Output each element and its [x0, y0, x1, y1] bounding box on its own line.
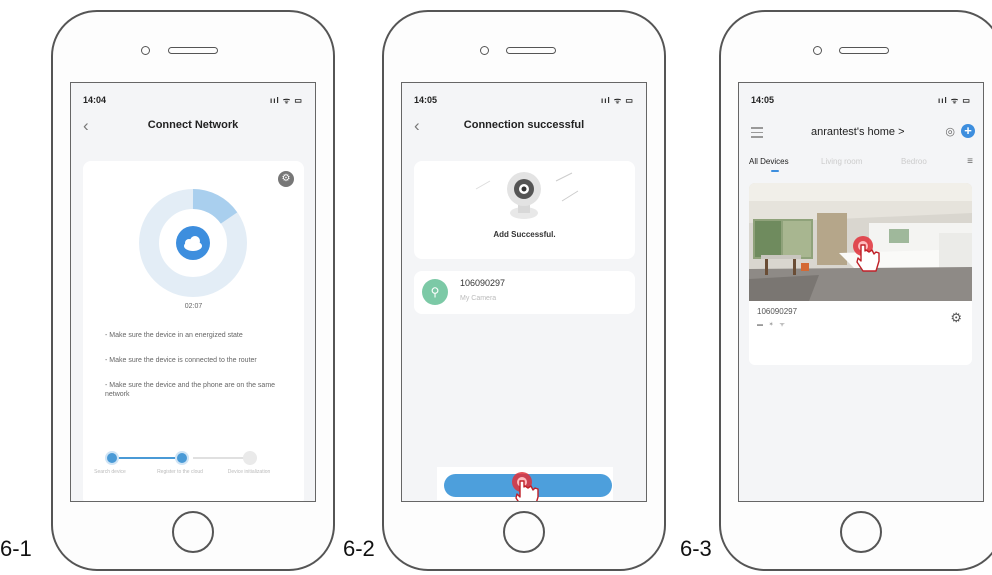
figure-label-6-2: 6-2 [343, 536, 375, 561]
step-init-dot [243, 451, 257, 465]
screen-connect-network: 14:04 ııl ᯤ ▭ ‹ Connect Network ⚙ 02:07 … [70, 82, 316, 502]
front-camera [813, 46, 822, 55]
plus-icon[interactable]: + [961, 124, 975, 138]
tab-underline [771, 170, 779, 172]
tab-all-devices[interactable]: All Devices [749, 157, 789, 166]
status-time: 14:04 [83, 95, 107, 105]
step-search-dot [105, 451, 119, 465]
gear-icon[interactable]: ⚙ [950, 310, 962, 326]
device-list-item[interactable]: ⚲ 106090297 My Camera [414, 271, 635, 314]
device-id: 106090297 [757, 307, 798, 316]
device-id: 106090297 [460, 278, 506, 288]
menu-icon[interactable] [751, 127, 763, 141]
front-camera [141, 46, 150, 55]
status-bar: 14:04 ııl ᯤ ▭ [83, 95, 303, 107]
status-bar: 14:05 ııl ᯤ ▭ [751, 95, 971, 107]
step-label-register: Register to the cloud [157, 469, 203, 475]
speaker-slot [168, 47, 218, 54]
status-icons: ııl ᯤ ▭ [270, 96, 303, 105]
phone-frame-1: 14:04 ııl ᯤ ▭ ‹ Connect Network ⚙ 02:07 … [51, 10, 335, 571]
nav-bar: ‹ Connect Network [71, 117, 315, 137]
tip-2: - Make sure the device is connected to t… [105, 357, 257, 364]
speaker-slot [506, 47, 556, 54]
status-time: 14:05 [414, 95, 438, 105]
step-indicator: Search device Register to the cloud Devi… [83, 451, 304, 491]
phone-frame-2: 14:05 ııl ᯤ ▭ ‹ Connection successful Ad… [382, 10, 666, 571]
device-status-icons: ▬ ✶ ᯤ [757, 322, 787, 328]
status-icons: ııl ᯤ ▭ [601, 96, 634, 105]
camera-illustration-icon [475, 172, 579, 219]
page-title: Connect Network [147, 119, 239, 131]
step-label-search: Search device [94, 469, 126, 475]
home-button[interactable] [503, 511, 545, 553]
device-name[interactable]: My Camera [460, 295, 496, 302]
status-icons: ııl ᯤ ▭ [938, 96, 971, 105]
tab-living-room[interactable]: Living room [821, 157, 862, 166]
progress-arc [192, 189, 238, 225]
plug-icon: ⚲ [422, 279, 448, 305]
speaker-slot [839, 47, 889, 54]
tip-3: - Make sure the device and the phone are… [105, 382, 276, 398]
progress-ring [139, 189, 247, 297]
tip-1: - Make sure the device in an energized s… [105, 332, 243, 339]
step-register-dot [175, 451, 189, 465]
connect-card: ⚙ 02:07 - Make sure the device in an ene… [83, 161, 304, 501]
countdown-timer: 02:07 [184, 303, 203, 310]
front-camera [480, 46, 489, 55]
step-label-init: Device initialization [227, 469, 271, 475]
screen-home: 14:05 ııl ᯤ ▭ anrantest's home > ◎ + All… [738, 82, 984, 502]
nav-bar: ‹ Connection successful [402, 117, 646, 137]
room-tabs: All Devices Living room Bedroo ≡ [749, 156, 973, 173]
device-tile[interactable]: 106090297 ▬ ✶ ᯤ ⚙ [749, 183, 972, 365]
tab-bedroom[interactable]: Bedroo [901, 157, 927, 166]
figure-label-6-3: 6-3 [680, 536, 712, 561]
hand-pointer-icon [512, 472, 539, 501]
phone-frame-3: 14:05 ııl ᯤ ▭ anrantest's home > ◎ + All… [719, 10, 992, 571]
list-icon[interactable]: ≡ [967, 156, 973, 167]
hand-pointer-icon [853, 236, 880, 272]
home-button[interactable] [840, 511, 882, 553]
screen-connection-successful: 14:05 ııl ᯤ ▭ ‹ Connection successful Ad… [401, 82, 647, 502]
home-button[interactable] [172, 511, 214, 553]
success-card: Add Successful. [414, 161, 635, 259]
home-selector[interactable]: anrantest's home > [811, 126, 905, 138]
status-bar: 14:05 ııl ᯤ ▭ [414, 95, 634, 107]
status-time: 14:05 [751, 95, 775, 105]
success-message: Add Successful. [493, 230, 556, 239]
camera-icon[interactable]: ◎ [945, 125, 955, 138]
step-line-1 [117, 457, 179, 459]
page-title: Connection successful [463, 119, 585, 131]
figure-label-6-1: 6-1 [0, 536, 32, 561]
